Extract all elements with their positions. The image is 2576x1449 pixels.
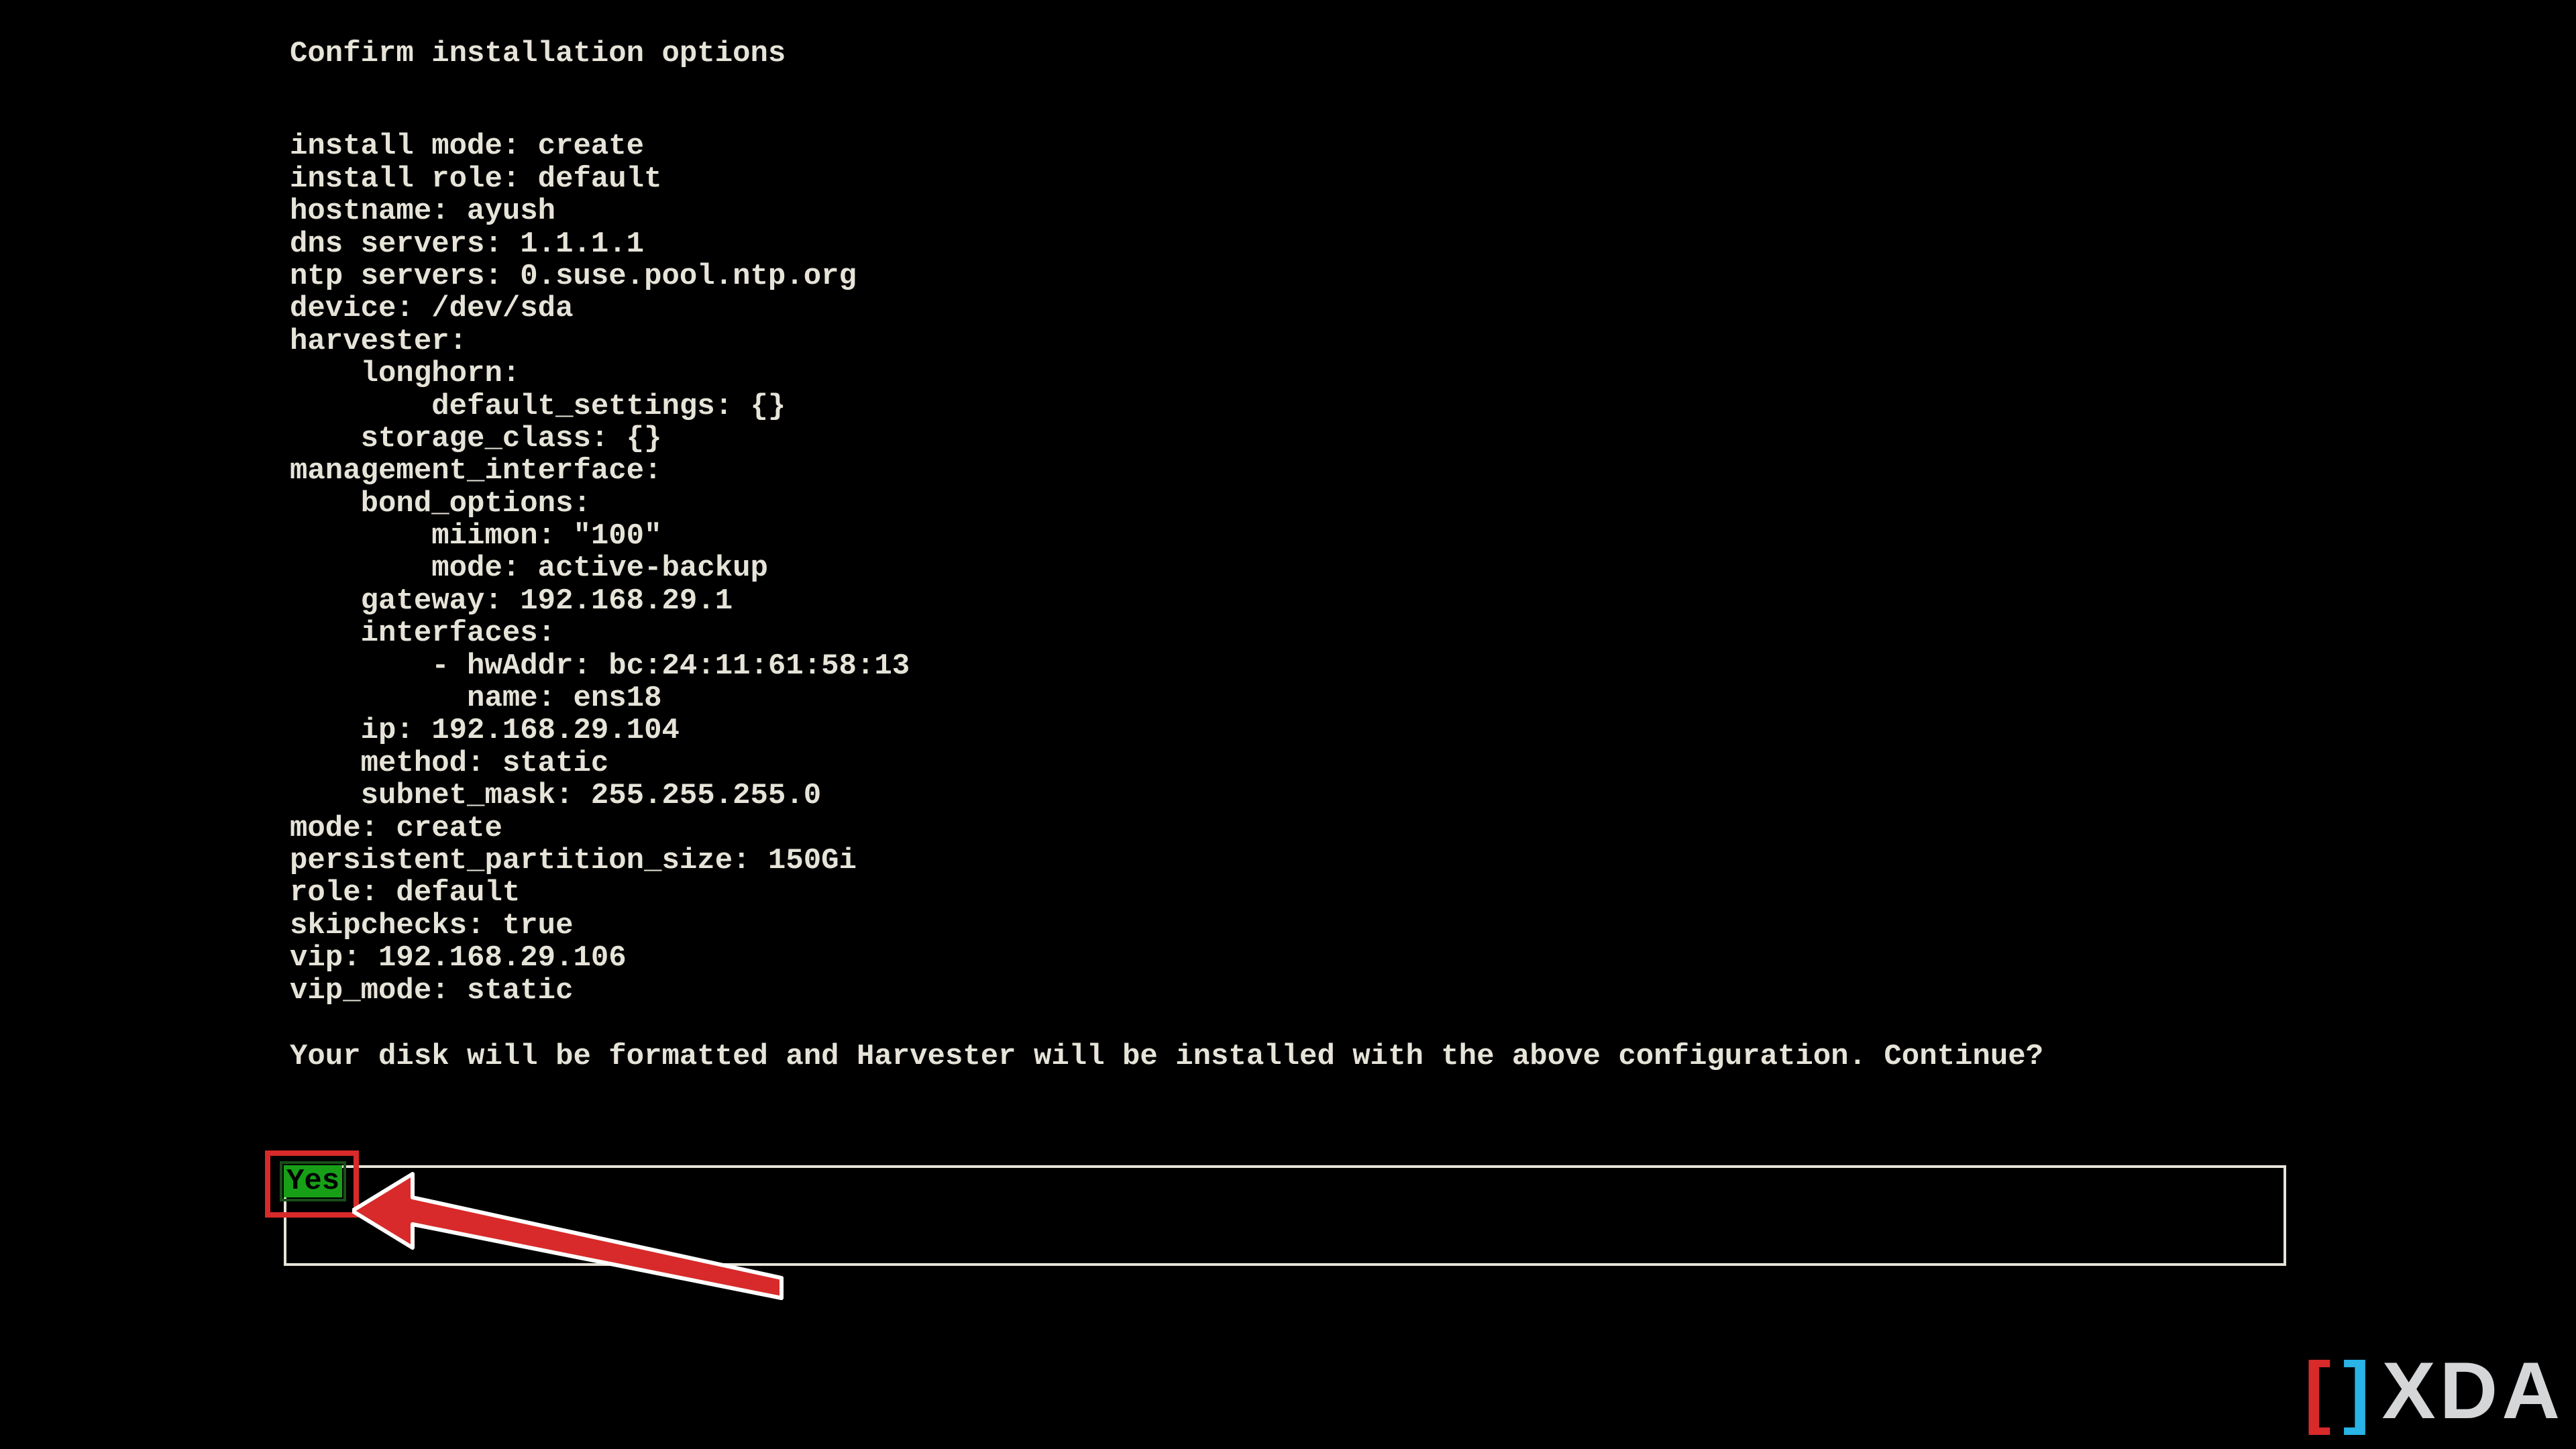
- watermark-text: XDA: [2382, 1344, 2564, 1437]
- bracket-close-icon: ]: [2343, 1344, 2374, 1437]
- screen-title: Confirm installation options: [290, 38, 2043, 70]
- option-list-box[interactable]: [284, 1165, 2286, 1266]
- confirm-yes-option[interactable]: Yes: [284, 1165, 342, 1197]
- confirm-prompt: Your disk will be formatted and Harveste…: [290, 1040, 2043, 1073]
- installer-screen: Confirm installation options install mod…: [0, 0, 2576, 1449]
- xda-watermark: [] XDA: [2304, 1344, 2564, 1437]
- bracket-open-icon: [: [2304, 1344, 2335, 1437]
- content-area: Confirm installation options install mod…: [290, 38, 2043, 1073]
- annotation-arrow-icon: [352, 1171, 795, 1305]
- installation-config-text: install mode: create install role: defau…: [290, 130, 2043, 1007]
